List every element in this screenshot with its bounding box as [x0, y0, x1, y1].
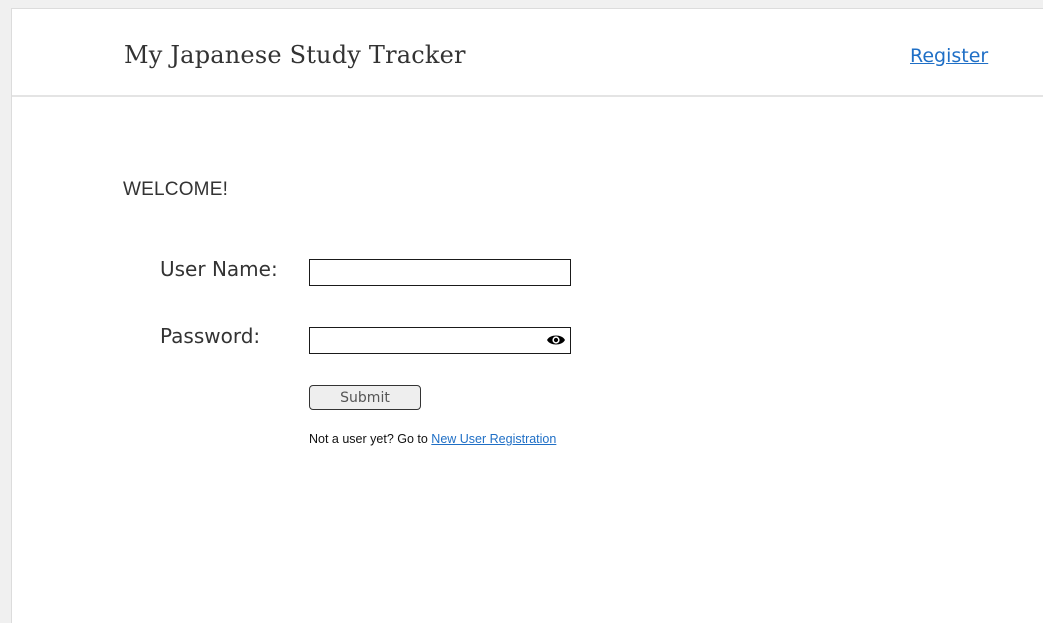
register-link[interactable]: Register: [910, 45, 988, 67]
page-frame: My Japanese Study Tracker Register WELCO…: [11, 8, 1043, 623]
password-label: Password:: [160, 324, 261, 348]
username-input[interactable]: [309, 259, 571, 286]
app-title: My Japanese Study Tracker: [124, 41, 466, 69]
submit-button[interactable]: Submit: [309, 385, 421, 410]
welcome-heading: WELCOME!: [123, 179, 229, 200]
header-bar: My Japanese Study Tracker Register: [12, 9, 1043, 97]
registration-note-text: Not a user yet? Go to: [309, 432, 432, 446]
new-user-registration-link[interactable]: New User Registration: [431, 432, 556, 446]
registration-note: Not a user yet? Go to New User Registrat…: [309, 432, 556, 446]
eye-icon[interactable]: [546, 332, 566, 348]
password-input[interactable]: [309, 327, 571, 354]
username-label: User Name:: [160, 257, 278, 281]
